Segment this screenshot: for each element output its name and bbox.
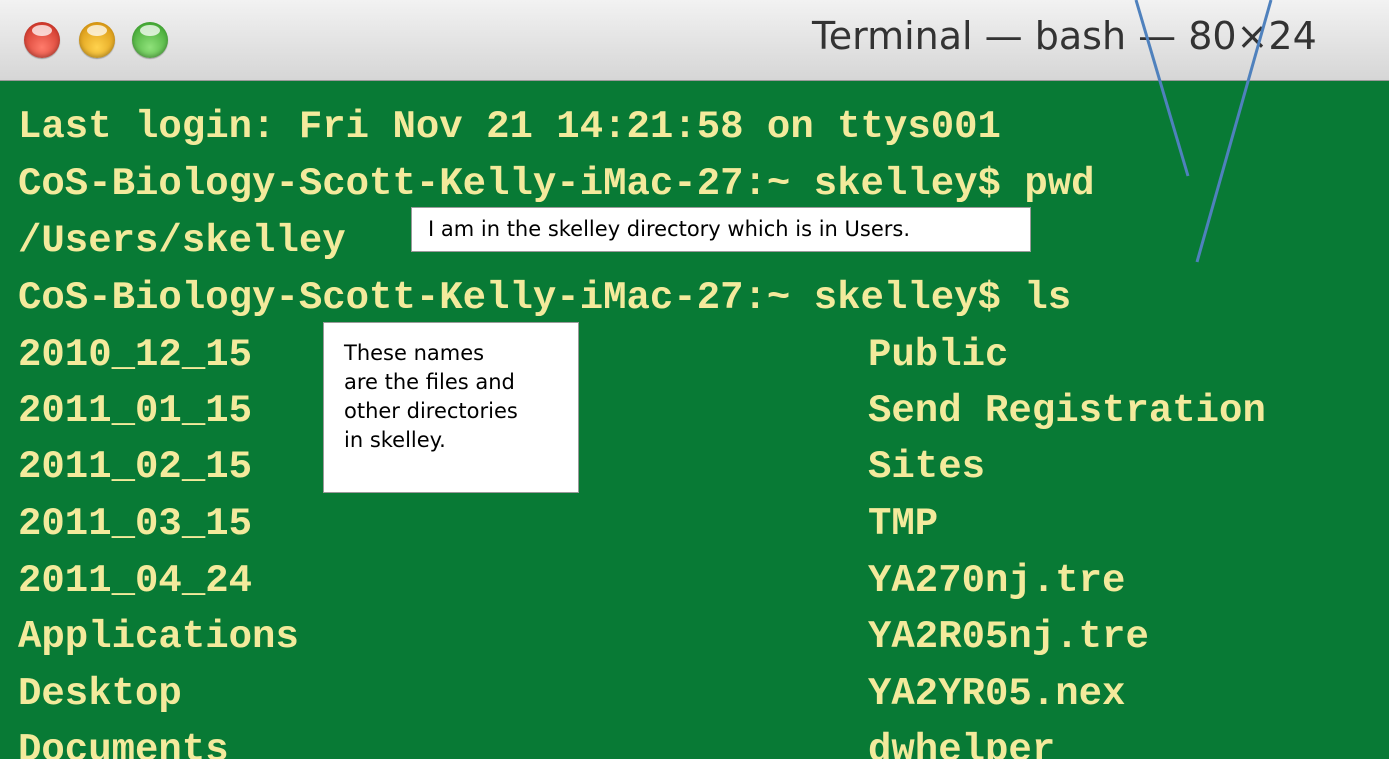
title-bar[interactable]: Terminal — bash — 80×24 xyxy=(0,0,1389,81)
window-title: Terminal — bash — 80×24 xyxy=(812,14,1317,58)
ls-annotation-line: are the files and xyxy=(344,370,515,394)
listing-item: 2011_02_15 xyxy=(18,445,253,489)
listing-item: Sites xyxy=(868,445,986,489)
ls-annotation-line: other directories xyxy=(344,399,518,423)
minimize-button[interactable] xyxy=(79,22,115,58)
ls-annotation-line: in skelley. xyxy=(344,428,446,452)
listing-item: 2011_03_15 xyxy=(18,502,253,546)
pwd-annotation: I am in the skelley directory which is i… xyxy=(411,207,1031,252)
ls-annotation: These names are the files and other dire… xyxy=(323,322,579,493)
listing-item: YA2YR05.nex xyxy=(868,672,1126,716)
listing-item: 2010_12_15 xyxy=(18,333,253,377)
listing-item: Send Registration xyxy=(868,389,1266,433)
listing-item: Applications xyxy=(18,615,299,659)
listing-item: 2011_01_15 xyxy=(18,389,253,433)
listing-item: YA2R05nj.tre xyxy=(868,615,1149,659)
terminal-output-area[interactable]: Last login: Fri Nov 21 14:21:58 on ttys0… xyxy=(0,81,1389,759)
listing-item: Desktop xyxy=(18,672,182,716)
listing-item: Documents xyxy=(18,728,229,759)
zoom-button[interactable] xyxy=(132,22,168,58)
listing-item: dwhelper xyxy=(868,728,1056,759)
prompt-ls-line: CoS-Biology-Scott-Kelly-iMac-27:~ skelle… xyxy=(18,276,1072,320)
listing-item: TMP xyxy=(868,502,939,546)
pwd-output-line: /Users/skelley xyxy=(18,219,346,263)
prompt-pwd-line: CoS-Biology-Scott-Kelly-iMac-27:~ skelle… xyxy=(18,162,1095,206)
terminal-window: Terminal — bash — 80×24 Last login: Fri … xyxy=(0,0,1389,759)
listing-item: Public xyxy=(868,333,1009,377)
listing-item: YA270nj.tre xyxy=(868,559,1126,603)
close-button[interactable] xyxy=(24,22,60,58)
ls-annotation-line: These names xyxy=(344,341,485,365)
listing-item: 2011_04_24 xyxy=(18,559,253,603)
last-login-line: Last login: Fri Nov 21 14:21:58 on ttys0… xyxy=(18,105,1001,149)
